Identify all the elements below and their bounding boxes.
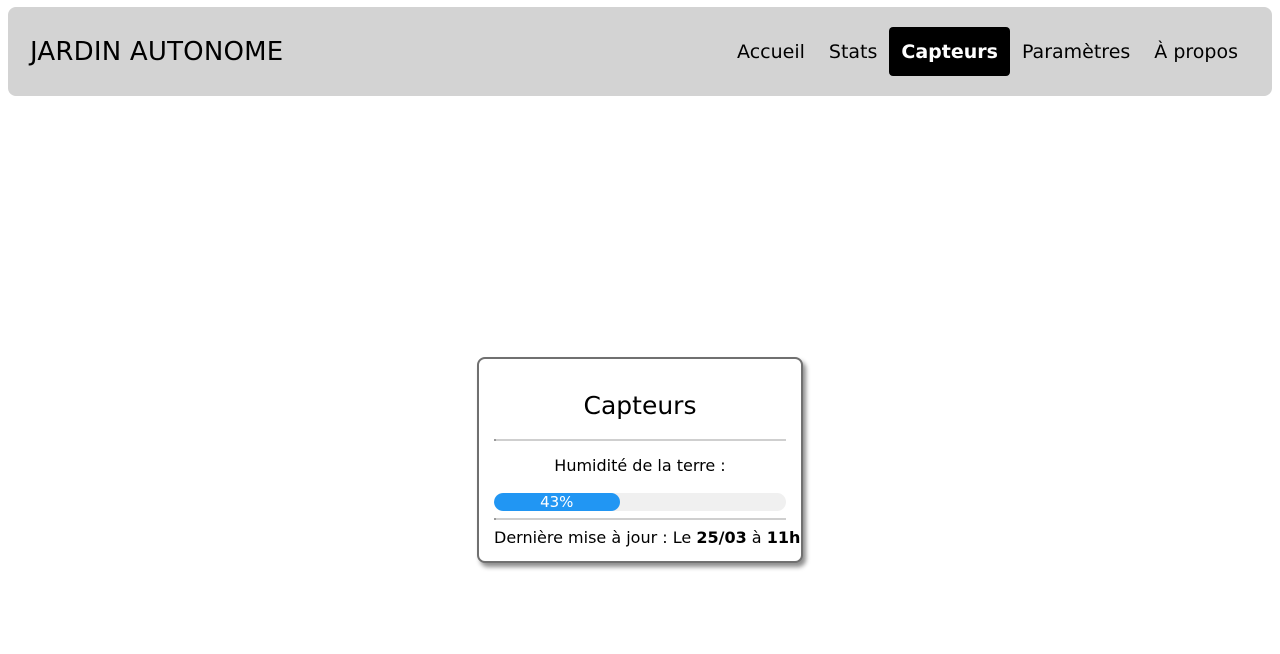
navbar: JARDIN AUTONOME Accueil Stats Capteurs P… <box>8 7 1272 96</box>
nav-link-a-propos[interactable]: À propos <box>1142 27 1250 76</box>
nav-link-capteurs[interactable]: Capteurs <box>889 27 1010 76</box>
nav-links: Accueil Stats Capteurs Paramètres À prop… <box>725 27 1250 76</box>
update-time: 11h <box>766 528 801 547</box>
card-title: Capteurs <box>583 391 697 420</box>
sensor-card: Capteurs Humidité de la terre : 43% Dern… <box>477 357 803 563</box>
update-mid: à <box>751 528 762 547</box>
divider <box>494 439 786 441</box>
humidity-label: Humidité de la terre : <box>554 456 726 475</box>
nav-link-stats[interactable]: Stats <box>817 27 890 76</box>
update-prefix: Dernière mise à jour : Le <box>494 528 692 547</box>
divider <box>494 518 786 520</box>
humidity-progress-bar: 43% <box>494 493 786 511</box>
nav-link-parametres[interactable]: Paramètres <box>1010 27 1142 76</box>
update-date: 25/03 <box>696 528 747 547</box>
nav-link-accueil[interactable]: Accueil <box>725 27 817 76</box>
brand-title[interactable]: JARDIN AUTONOME <box>30 37 283 67</box>
humidity-progress-fill: 43% <box>494 493 620 511</box>
last-update: Dernière mise à jour : Le 25/03 à 11h <box>494 528 800 547</box>
